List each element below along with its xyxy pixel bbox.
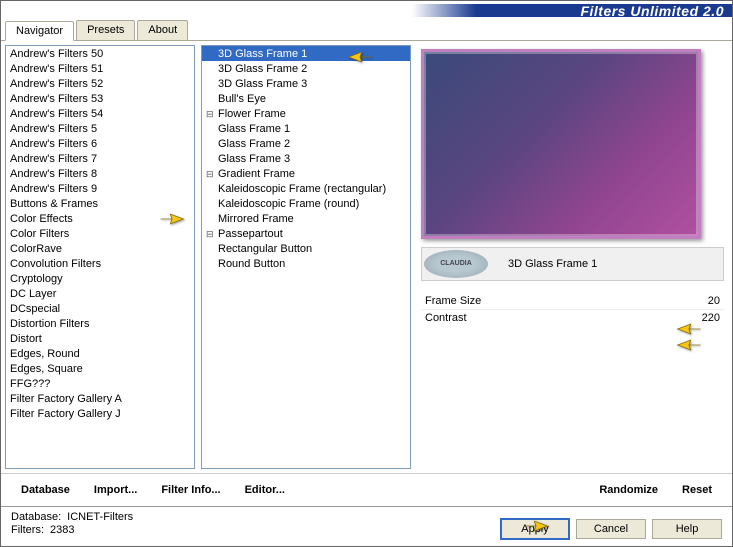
header: Filters Unlimited 2.0: [1, 1, 732, 20]
category-item[interactable]: Buttons & Frames: [6, 196, 194, 211]
category-item[interactable]: FFG???: [6, 376, 194, 391]
filter-item[interactable]: Mirrored Frame: [202, 211, 410, 226]
category-item[interactable]: Andrew's Filters 51: [6, 61, 194, 76]
category-item[interactable]: Filter Factory Gallery A: [6, 391, 194, 406]
category-item[interactable]: Andrew's Filters 7: [6, 151, 194, 166]
category-item[interactable]: Cryptology: [6, 271, 194, 286]
import-button[interactable]: Import...: [86, 480, 145, 500]
param-row[interactable]: Contrast 220: [421, 309, 724, 326]
category-item[interactable]: Color Effects: [6, 211, 194, 226]
status-filters-label: Filters:: [11, 524, 44, 536]
current-filter-name: 3D Glass Frame 1: [508, 258, 597, 270]
filter-item[interactable]: Flower Frame: [202, 106, 410, 121]
category-item[interactable]: Andrew's Filters 50: [6, 46, 194, 61]
category-item[interactable]: Filter Factory Gallery J: [6, 406, 194, 421]
category-item[interactable]: Edges, Square: [6, 361, 194, 376]
param-value: 20: [708, 295, 720, 307]
editor-button[interactable]: Editor...: [237, 480, 293, 500]
category-item[interactable]: Distort: [6, 331, 194, 346]
category-item[interactable]: ColorRave: [6, 241, 194, 256]
filter-item[interactable]: Kaleidoscopic Frame (rectangular): [202, 181, 410, 196]
category-item[interactable]: Andrew's Filters 9: [6, 181, 194, 196]
filter-item[interactable]: Bull's Eye: [202, 91, 410, 106]
preview-area: CLAUDIA 3D Glass Frame 1 Frame Size 20 Con…: [417, 45, 728, 469]
filter-item[interactable]: Round Button: [202, 256, 410, 271]
tab-about[interactable]: About: [137, 20, 188, 40]
filter-item[interactable]: Glass Frame 2: [202, 136, 410, 151]
category-item[interactable]: Edges, Round: [6, 346, 194, 361]
filter-item[interactable]: 3D Glass Frame 3: [202, 76, 410, 91]
param-row[interactable]: Frame Size 20: [421, 293, 724, 309]
help-button[interactable]: Help: [652, 519, 722, 539]
preview-image: [421, 49, 701, 239]
category-item[interactable]: Andrew's Filters 52: [6, 76, 194, 91]
parameter-table: Frame Size 20 Contrast 220: [421, 293, 724, 326]
filter-item[interactable]: Glass Frame 1: [202, 121, 410, 136]
category-item[interactable]: Andrew's Filters 6: [6, 136, 194, 151]
status-filters-value: 2383: [50, 524, 74, 536]
bottom-button-bar: Database Import... Filter Info... Editor…: [1, 473, 732, 506]
category-list[interactable]: Andrew's Filters 50Andrew's Filters 51An…: [5, 45, 195, 469]
param-name: Contrast: [425, 312, 467, 324]
tab-navigator[interactable]: Navigator: [5, 21, 74, 41]
reset-button[interactable]: Reset: [674, 480, 720, 500]
cancel-button[interactable]: Cancel: [576, 519, 646, 539]
main-panel: Andrew's Filters 50Andrew's Filters 51An…: [1, 41, 732, 473]
param-value: 220: [702, 312, 720, 324]
logo-badge: CLAUDIA: [424, 250, 488, 278]
filter-item[interactable]: Rectangular Button: [202, 241, 410, 256]
randomize-button[interactable]: Randomize: [591, 480, 666, 500]
app-title: Filters Unlimited 2.0: [580, 3, 724, 19]
category-item[interactable]: Andrew's Filters 5: [6, 121, 194, 136]
param-name: Frame Size: [425, 295, 481, 307]
filter-item[interactable]: Gradient Frame: [202, 166, 410, 181]
category-item[interactable]: Distortion Filters: [6, 316, 194, 331]
filter-item[interactable]: 3D Glass Frame 2: [202, 61, 410, 76]
filter-name-row: CLAUDIA 3D Glass Frame 1: [421, 247, 724, 281]
category-item[interactable]: Convolution Filters: [6, 256, 194, 271]
dialog-button-bar: Apply Cancel Help: [500, 518, 722, 540]
status-db-value: ICNET-Filters: [67, 511, 133, 523]
apply-button[interactable]: Apply: [500, 518, 570, 540]
filter-list[interactable]: 3D Glass Frame 13D Glass Frame 23D Glass…: [201, 45, 411, 469]
filter-info-button[interactable]: Filter Info...: [153, 480, 228, 500]
filter-item[interactable]: 3D Glass Frame 1: [202, 46, 410, 61]
tab-bar: Navigator Presets About: [1, 20, 732, 41]
filter-item[interactable]: Glass Frame 3: [202, 151, 410, 166]
category-item[interactable]: DC Layer: [6, 286, 194, 301]
tab-presets[interactable]: Presets: [76, 20, 135, 40]
database-button[interactable]: Database: [13, 480, 78, 500]
category-item[interactable]: Andrew's Filters 8: [6, 166, 194, 181]
category-item[interactable]: Andrew's Filters 54: [6, 106, 194, 121]
filter-item[interactable]: Passepartout: [202, 226, 410, 241]
status-db-label: Database:: [11, 511, 61, 523]
category-item[interactable]: Color Filters: [6, 226, 194, 241]
category-item[interactable]: DCspecial: [6, 301, 194, 316]
category-item[interactable]: Andrew's Filters 53: [6, 91, 194, 106]
filter-item[interactable]: Kaleidoscopic Frame (round): [202, 196, 410, 211]
